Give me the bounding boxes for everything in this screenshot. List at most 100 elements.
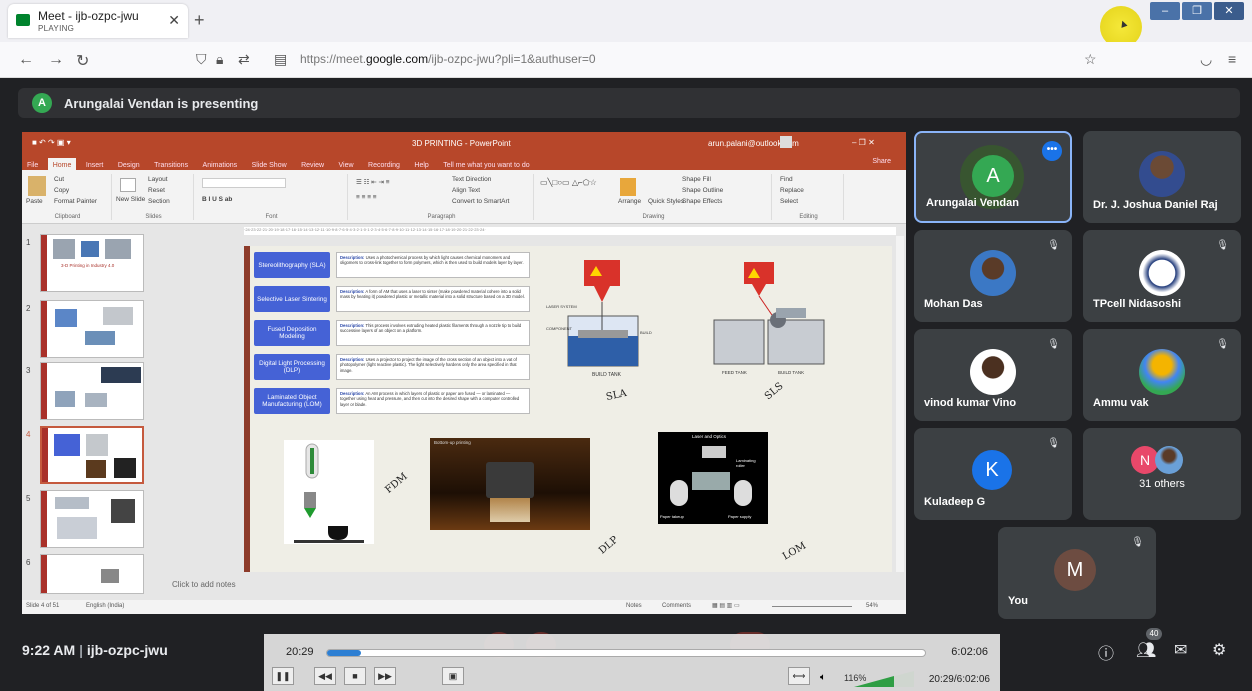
slide-thumb-5[interactable] (40, 490, 144, 548)
find-button[interactable]: Find (780, 176, 793, 183)
shape-outline-button[interactable]: Shape Outline (682, 187, 723, 194)
previous-icon[interactable]: ◀◀ (314, 667, 336, 685)
slide-thumb-3[interactable] (40, 362, 144, 420)
forward-icon[interactable]: → (48, 51, 64, 69)
new-slide-icon[interactable] (120, 178, 136, 192)
seek-fill (327, 650, 362, 656)
reader-icon[interactable]: ▤ (274, 51, 287, 68)
more-options-icon[interactable]: ••• (1042, 141, 1062, 161)
cut-button[interactable]: Cut (54, 176, 64, 183)
menu-slideshow[interactable]: Slide Show (247, 158, 292, 169)
slide-thumb-6[interactable] (40, 554, 144, 594)
menu-view[interactable]: View (334, 158, 359, 169)
menu-design[interactable]: Design (113, 158, 145, 169)
new-tab-icon[interactable]: + (194, 10, 205, 31)
seek-bar[interactable] (326, 649, 926, 657)
menu-file[interactable]: File (22, 158, 43, 169)
back-icon[interactable]: ← (18, 51, 34, 69)
zoom-level[interactable]: 54% (866, 603, 878, 609)
pocket-icon[interactable]: ◡ (1200, 51, 1212, 68)
paste-button[interactable]: Paste (26, 198, 43, 205)
stop-icon[interactable]: ■ (344, 667, 366, 685)
slide-scrollbar[interactable] (896, 236, 904, 572)
notes-button[interactable]: Notes (626, 603, 642, 609)
shape-fill-button[interactable]: Shape Fill (682, 176, 711, 183)
view-icons[interactable]: ▦ ▤ ▥ ▭ (712, 602, 740, 609)
minimize-icon[interactable]: – (1150, 2, 1180, 20)
shield-icon[interactable]: ⛉ (196, 51, 207, 68)
share-button[interactable]: Share (867, 154, 896, 165)
handwritten-sla: SLA (605, 387, 628, 404)
slide-thumb-1[interactable]: 3-D Printing in Industry 4.0 (40, 234, 144, 292)
notes-placeholder[interactable]: Click to add notes (172, 580, 236, 589)
list-icons[interactable]: ☰ ☷ ⇤ ⇥ ≡ (356, 178, 390, 186)
text-direction-button[interactable]: Text Direction (452, 176, 491, 183)
quick-styles-button[interactable]: Quick Styles (648, 198, 684, 205)
chat-icon[interactable]: ✉︎ (1174, 640, 1187, 660)
zoom-slider[interactable] (772, 606, 852, 607)
pause-icon[interactable]: ❚❚ (272, 667, 294, 685)
close-tab-icon[interactable]: ✕ (168, 12, 180, 29)
participant-tile-you[interactable]: M 🎙︎ You (998, 527, 1156, 619)
participant-name: Arungalai Vendan (926, 197, 1019, 209)
reload-icon[interactable]: ↻ (76, 51, 89, 71)
menu-help[interactable]: Help (409, 158, 433, 169)
activities-icon[interactable]: ⚙︎ (1212, 640, 1226, 660)
arrange-icon[interactable] (620, 178, 636, 196)
reset-button[interactable]: Reset (148, 187, 165, 194)
menu-animations[interactable]: Animations (198, 158, 243, 169)
meeting-details-icon[interactable]: ⓘ (1098, 640, 1114, 664)
volume-icon[interactable]: 🔈︎ (820, 672, 826, 683)
loop-icon[interactable]: ⟷ (788, 667, 810, 685)
language[interactable]: English (India) (86, 603, 124, 609)
tell-me-search[interactable]: Tell me what you want to do (438, 158, 534, 169)
paste-icon[interactable] (28, 176, 46, 196)
new-slide-button[interactable]: New Slide (116, 196, 145, 203)
url-field[interactable]: https://meet.google.com/ijb-ozpc-jwu?pli… (300, 52, 596, 66)
arrange-button[interactable]: Arrange (618, 198, 641, 205)
meeting-info: 9:22 AM | ijb-ozpc-jwu (22, 642, 168, 658)
menu-transitions[interactable]: Transitions (149, 158, 193, 169)
slide-canvas[interactable]: Stereolithography (SLA) Description: Use… (244, 246, 892, 572)
menu-review[interactable]: Review (296, 158, 329, 169)
restore-icon[interactable]: ❐ (1182, 2, 1212, 20)
format-painter-button[interactable]: Format Painter (54, 198, 97, 205)
participant-tile-vinod[interactable]: 🎙︎ vinod kumar Vino (914, 329, 1072, 421)
bookmark-star-icon[interactable]: ☆ (1084, 51, 1097, 68)
participant-tile-ammu[interactable]: 🎙︎ Ammu vak (1083, 329, 1241, 421)
smartart-button[interactable]: Convert to SmartArt (452, 198, 509, 205)
slide-thumb-4[interactable] (40, 426, 144, 484)
align-icons[interactable]: ≡ ≡ ≡ ≡ (356, 194, 377, 201)
layout-button[interactable]: Layout (148, 176, 168, 183)
font-name-select[interactable] (202, 178, 286, 188)
font-style-buttons[interactable]: B I U S ab (202, 196, 232, 203)
participant-tile-joshua[interactable]: Dr. J. Joshua Daniel Raj (1083, 131, 1241, 223)
menu-icon[interactable]: ≡ (1228, 51, 1236, 67)
section-button[interactable]: Section (148, 198, 170, 205)
fdm-diagram (284, 440, 374, 544)
handwritten-dlp: DLP (596, 534, 621, 557)
permissions-icon[interactable]: ⇄ (238, 51, 250, 68)
copy-button[interactable]: Copy (54, 187, 69, 194)
lock-icon[interactable]: 🔒︎ (216, 51, 223, 68)
participant-tile-mohan[interactable]: 🎙︎ Mohan Das (914, 230, 1072, 322)
participant-tile-others[interactable]: N 31 others (1083, 428, 1241, 520)
next-icon[interactable]: ▶▶ (374, 667, 396, 685)
fullscreen-icon[interactable]: ▣ (442, 667, 464, 685)
shape-effects-button[interactable]: Shape Effects (682, 198, 722, 205)
mic-off-icon: 🎙︎ (1216, 339, 1229, 350)
participant-tile-tpcell[interactable]: 🎙︎ TPcell Nidasoshi (1083, 230, 1241, 322)
participant-tile-arungalai[interactable]: A ••• Arungalai Vendan (914, 131, 1072, 223)
comments-button[interactable]: Comments (662, 603, 691, 609)
replace-button[interactable]: Replace (780, 187, 804, 194)
browser-tab[interactable]: Meet - ijb-ozpc-jwu PLAYING ✕ (8, 4, 188, 38)
select-button[interactable]: Select (780, 198, 798, 205)
shapes-gallery[interactable]: ▭╲□○▭ △⌐⬠☆ (540, 178, 597, 187)
people-icon[interactable]: 👥︎ (1136, 640, 1156, 660)
align-text-button[interactable]: Align Text (452, 187, 480, 194)
close-window-icon[interactable]: ✕ (1214, 2, 1244, 20)
menu-recording[interactable]: Recording (363, 158, 405, 169)
menu-insert[interactable]: Insert (81, 158, 109, 169)
slide-thumb-2[interactable] (40, 300, 144, 358)
participant-tile-kuladeep[interactable]: K 🎙︎ Kuladeep G (914, 428, 1072, 520)
